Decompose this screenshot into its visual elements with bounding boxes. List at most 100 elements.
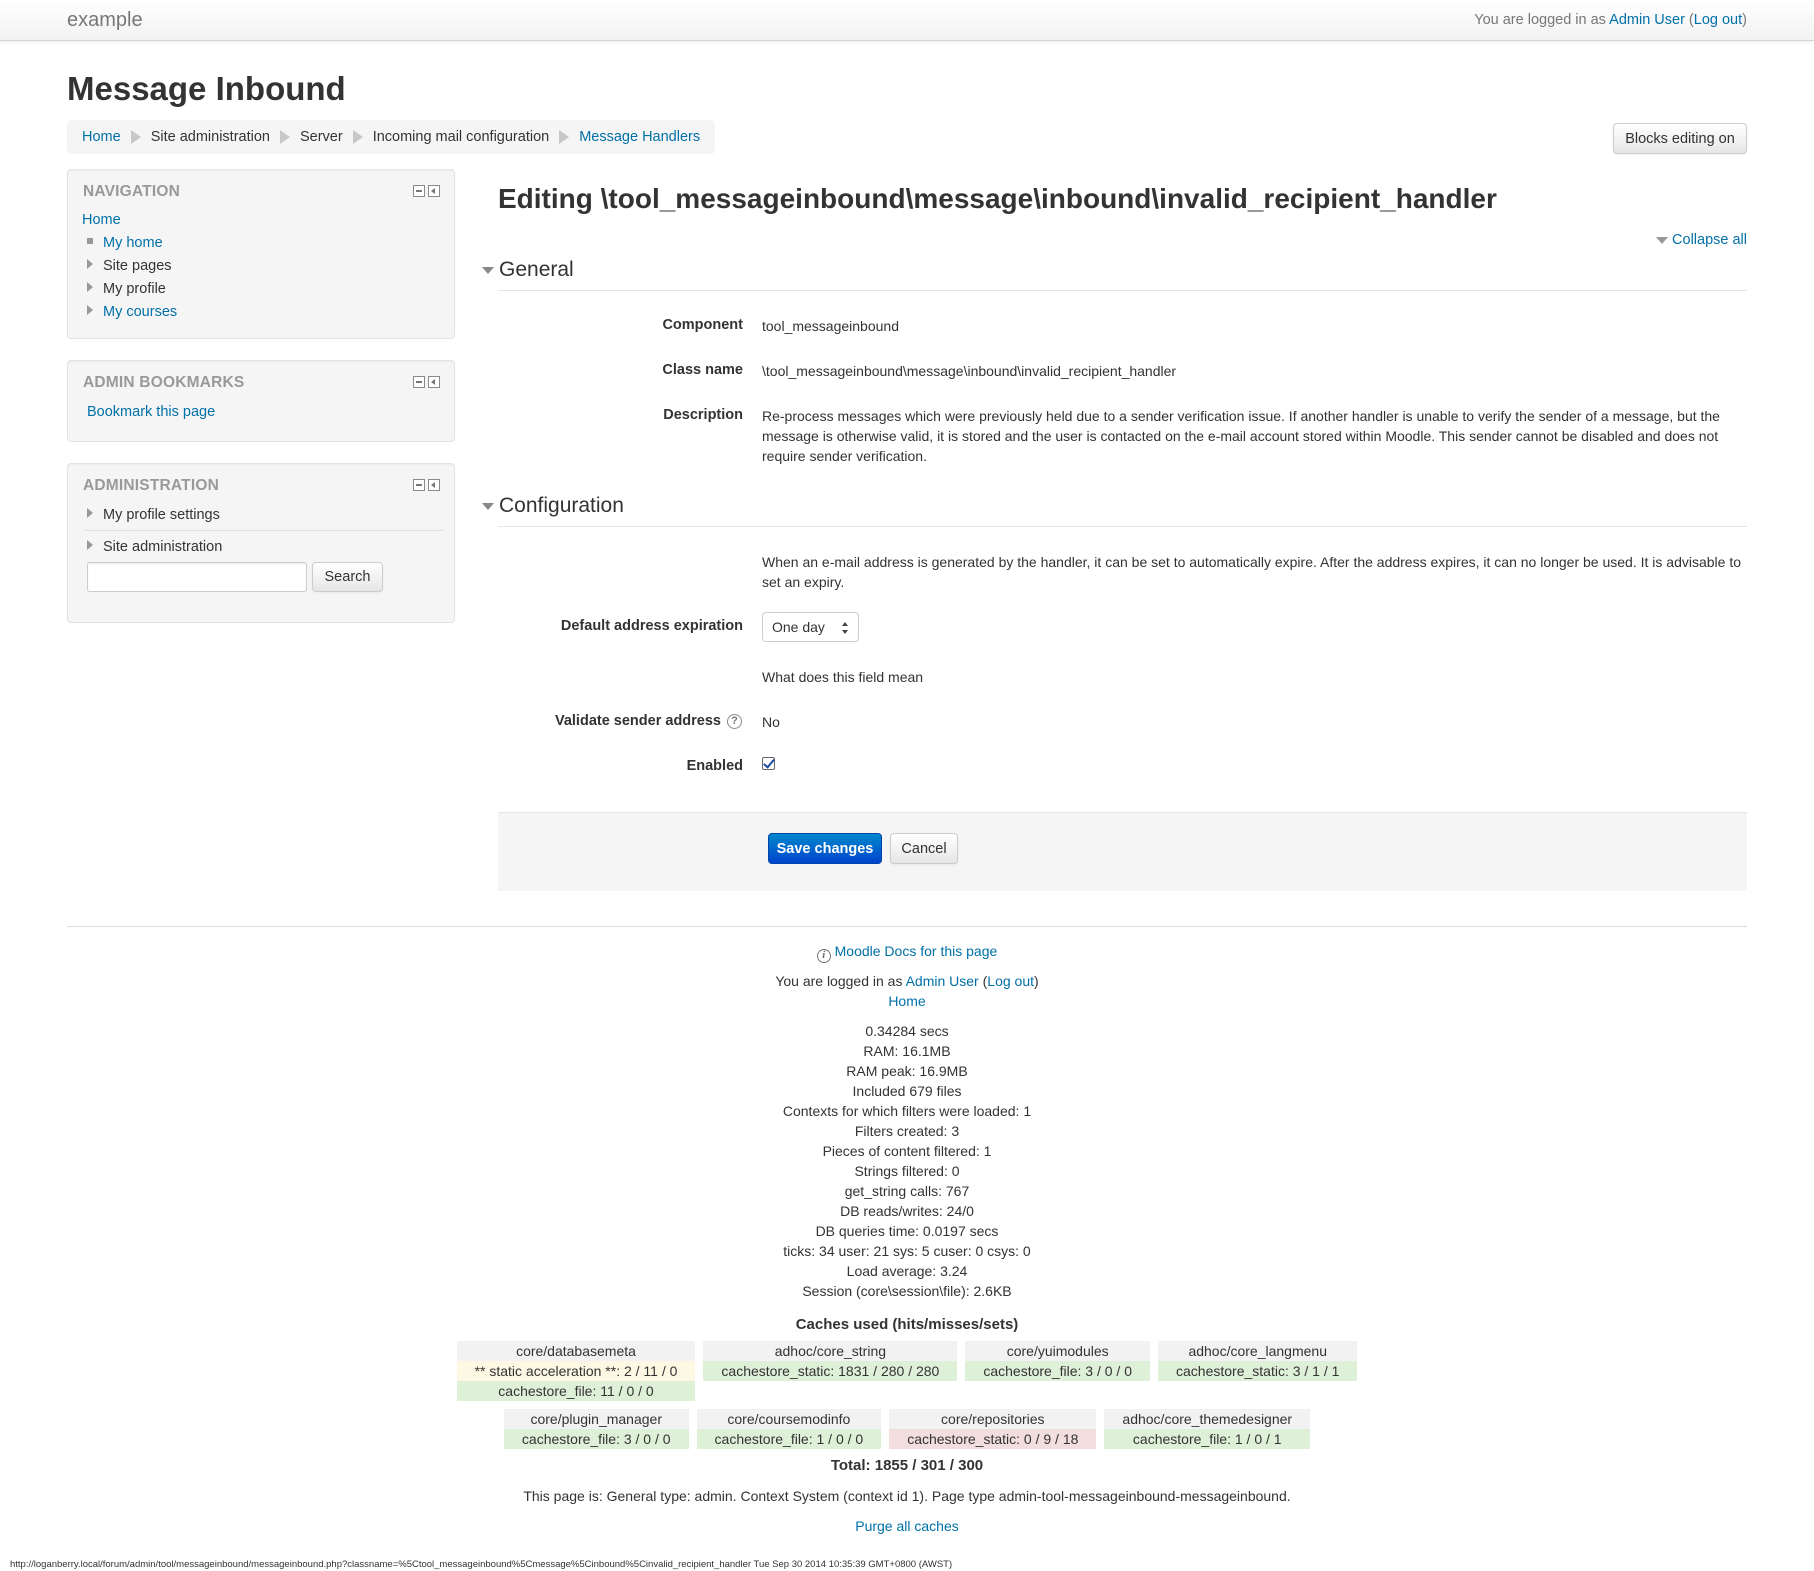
footer-divider — [67, 926, 1747, 927]
expand-arrow-icon[interactable] — [87, 282, 93, 292]
expand-arrow-icon[interactable] — [87, 259, 93, 269]
description-label: Description — [663, 407, 743, 423]
logout-paren-close: ) — [1034, 973, 1039, 989]
logout-paren-open: ( — [978, 973, 988, 989]
collapse-block-icon[interactable] — [413, 479, 425, 491]
admin-search-input[interactable] — [87, 562, 307, 592]
classname-value: \tool_messageinbound\message\inbound\inv… — [762, 363, 1177, 379]
user-profile-link[interactable]: Admin User — [1609, 12, 1685, 28]
breadcrumb-incoming-mail[interactable]: Incoming mail configuration — [373, 129, 550, 145]
stat-line: 0.34284 secs — [865, 1023, 949, 1039]
nav-my-courses-link[interactable]: My courses — [103, 304, 177, 320]
stat-line: RAM peak: 16.9MB — [846, 1063, 968, 1079]
footer-home-row: Home — [0, 993, 1814, 1009]
admin-my-profile-settings[interactable]: My profile settings — [103, 507, 220, 523]
top-navbar: example You are logged in as Admin User … — [0, 0, 1814, 41]
block-controls — [413, 185, 440, 197]
admin-site-administration[interactable]: Site administration — [103, 539, 222, 555]
stat-line: DB queries time: 0.0197 secs — [815, 1223, 999, 1239]
component-label: Component — [662, 317, 743, 333]
general-section-toggle[interactable]: General — [482, 258, 574, 282]
collapse-arrow-icon — [482, 502, 494, 510]
expand-arrow-icon[interactable] — [87, 305, 93, 315]
administration-block: ADMINISTRATION My profile settings Site … — [67, 463, 455, 623]
breadcrumb-message-handlers[interactable]: Message Handlers — [579, 129, 700, 145]
dock-block-icon[interactable] — [428, 479, 440, 491]
moodle-docs-link[interactable]: Moodle Docs for this page — [835, 943, 998, 959]
configuration-intro: When an e-mail address is generated by t… — [762, 554, 1742, 590]
cache-store: cachestore_file: 3 / 0 / 0 — [965, 1361, 1150, 1381]
dock-block-icon[interactable] — [428, 376, 440, 388]
cache-total: Total: 1855 / 301 / 300 — [830, 1457, 984, 1474]
validate-sender-value: No — [762, 714, 780, 730]
stat-line: Contexts for which filters were loaded: … — [782, 1103, 1032, 1119]
configuration-section-toggle[interactable]: Configuration — [482, 494, 624, 518]
cache-name: core/coursemodinfo — [696, 1409, 882, 1429]
cache-name: core/yuimodules — [965, 1341, 1150, 1361]
cancel-button[interactable]: Cancel — [890, 833, 958, 864]
bookmark-this-page-link[interactable]: Bookmark this page — [87, 404, 215, 420]
expiration-label: Default address expiration — [560, 618, 743, 634]
performance-stats: 0.34284 secs RAM: 16.1MB RAM peak: 16.9M… — [0, 1021, 1814, 1301]
breadcrumb-separator-icon — [130, 130, 141, 144]
purge-row: Purge all caches — [0, 1518, 1814, 1534]
breadcrumb: Home Site administration Server Incoming… — [67, 120, 716, 154]
stat-line: DB reads/writes: 24/0 — [840, 1203, 974, 1219]
moodle-docs-row: i Moodle Docs for this page — [0, 943, 1814, 963]
validate-sender-label: Validate sender address — [554, 713, 721, 729]
breadcrumb-server[interactable]: Server — [300, 129, 343, 145]
nav-home-link[interactable]: Home — [82, 212, 121, 228]
purge-all-caches-link[interactable]: Purge all caches — [855, 1518, 959, 1534]
administration-block-title: ADMINISTRATION — [83, 477, 219, 494]
expand-arrow-icon[interactable] — [87, 540, 93, 550]
cache-databasemeta: core/databasemeta ** static acceleration… — [456, 1341, 696, 1401]
configuration-legend: Configuration — [499, 494, 624, 517]
collapse-block-icon[interactable] — [413, 185, 425, 197]
footer-login-info: You are logged in as Admin User (Log out… — [0, 973, 1814, 989]
footer-user-link[interactable]: Admin User — [906, 973, 979, 989]
cache-langmenu: adhoc/core_langmenu cachestore_static: 3… — [1158, 1341, 1358, 1401]
nav-my-profile[interactable]: My profile — [103, 281, 166, 297]
cache-store: cachestore_file: 1 / 0 / 1 — [1104, 1429, 1311, 1449]
cache-name: adhoc/core_string — [703, 1341, 958, 1361]
info-icon: i — [816, 949, 831, 963]
editing-title: Editing \tool_messageinbound\message\inb… — [498, 183, 1497, 214]
collapse-block-icon[interactable] — [413, 376, 425, 388]
page-type-info: This page is: General type: admin. Conte… — [523, 1488, 1291, 1504]
collapse-all-link[interactable]: Collapse all — [1656, 232, 1747, 248]
login-prefix: You are logged in as — [1474, 12, 1610, 28]
save-changes-button[interactable]: Save changes — [768, 833, 882, 864]
expiration-selected-value: One day — [772, 619, 825, 635]
login-info: You are logged in as Admin User (Log out… — [1474, 12, 1747, 28]
help-icon[interactable]: ? — [727, 714, 742, 729]
cache-store: cachestore_file: 1 / 0 / 0 — [696, 1429, 882, 1449]
caches-title: Caches used (hits/misses/sets) — [795, 1316, 1019, 1333]
breadcrumb-site-administration[interactable]: Site administration — [151, 129, 270, 145]
expand-arrow-icon[interactable] — [87, 508, 93, 518]
expiration-select[interactable]: One day — [762, 612, 859, 642]
description-value: Re-process messages which were previousl… — [762, 408, 1720, 464]
navigation-block: NAVIGATION Home My home Site pages My pr… — [67, 169, 455, 339]
nav-my-home-link[interactable]: My home — [103, 235, 163, 251]
nav-site-pages[interactable]: Site pages — [103, 258, 172, 274]
collapse-arrow-icon — [482, 266, 494, 274]
site-brand-link[interactable]: example — [67, 9, 143, 32]
blocks-editing-button[interactable]: Blocks editing on — [1613, 123, 1747, 154]
footer-logout-link[interactable]: Log out — [987, 973, 1034, 989]
dock-block-icon[interactable] — [428, 185, 440, 197]
enabled-checkbox[interactable] — [762, 757, 775, 770]
logout-link[interactable]: Log out — [1694, 12, 1742, 28]
stat-line: Session (core\session\file): 2.6KB — [802, 1283, 1012, 1299]
admin-search-button[interactable]: Search — [312, 562, 383, 592]
cache-name: core/plugin_manager — [503, 1409, 689, 1429]
cache-coursemodinfo: core/coursemodinfo cachestore_file: 1 / … — [696, 1409, 882, 1449]
cache-name: adhoc/core_themedesigner — [1104, 1409, 1311, 1429]
cache-yuimodules: core/yuimodules cachestore_file: 3 / 0 /… — [965, 1341, 1150, 1401]
login-prefix: You are logged in as — [775, 973, 906, 989]
footer-home-link[interactable]: Home — [888, 993, 925, 1009]
logout-paren-close: ) — [1742, 12, 1747, 28]
breadcrumb-home[interactable]: Home — [82, 129, 121, 145]
classname-label: Class name — [662, 362, 743, 378]
navigation-block-title: NAVIGATION — [83, 183, 181, 200]
caches-row-1: core/databasemeta ** static acceleration… — [0, 1341, 1814, 1401]
